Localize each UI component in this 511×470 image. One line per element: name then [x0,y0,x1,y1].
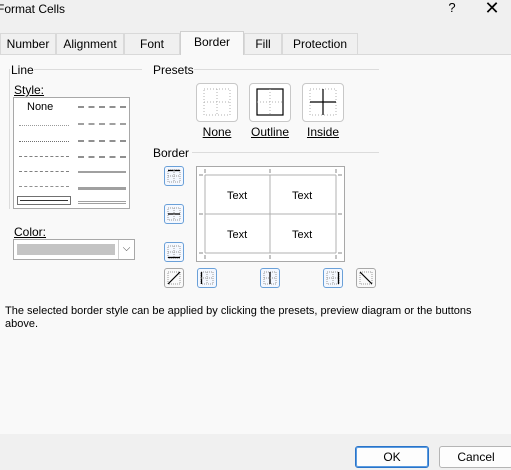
preset-outline-label: Outline [250,125,290,139]
preset-none-label: None [202,125,232,139]
color-swatch [17,244,115,255]
style-thick[interactable] [78,187,126,190]
tab-strip: Number Alignment Font Fill Protection [0,33,511,55]
preset-inside-label: Inside [306,125,340,139]
preset-inside-icon [309,88,337,116]
style-hairline[interactable] [19,125,69,126]
presets-divider [194,69,379,70]
style-medium-dash-dot[interactable] [78,140,126,142]
style-label: Style: [14,83,45,97]
line-group-title: Line [11,63,34,77]
style-slant-dash-dot[interactable] [78,123,126,125]
close-icon: ✕ [484,0,500,18]
tab-alignment[interactable]: Alignment [56,33,124,55]
description-text: The selected border style can be applied… [5,305,472,330]
color-dropdown[interactable]: ⌵ [13,239,135,260]
style-dotted[interactable] [19,141,69,142]
border-divider [192,152,379,153]
style-dash-dot-dot[interactable] [19,156,69,157]
border-preview[interactable]: Text Text Text Text [196,166,345,262]
tab-fill[interactable]: Fill [244,33,282,55]
diagonal-up-icon [167,271,181,285]
style-double[interactable] [78,201,126,204]
preset-outline-icon [256,88,284,116]
border-bottom-icon [167,245,181,259]
border-diagonal-down-button[interactable] [356,268,376,288]
close-button[interactable]: ✕ [478,0,506,20]
border-right-button[interactable] [323,268,343,288]
diagonal-down-icon [359,271,373,285]
border-top-button[interactable] [164,166,184,186]
style-thin-selected[interactable] [17,196,71,205]
border-right-icon [326,271,340,285]
ok-button[interactable]: OK [355,446,429,468]
line-style-list[interactable]: None [13,97,130,209]
tab-font[interactable]: Font [124,33,180,55]
preview-grid [199,169,342,259]
tab-border[interactable]: Border [180,31,244,55]
preview-cell-text: Text [227,229,248,241]
style-dashed[interactable] [19,186,69,187]
tab-protection[interactable]: Protection [282,33,358,55]
style-medium-dashed[interactable] [78,156,126,158]
border-diagonal-up-button[interactable] [164,268,184,288]
border-bottom-button[interactable] [164,242,184,262]
line-group-divider [34,69,142,70]
style-medium[interactable] [78,171,126,173]
border-inside-horizontal-button[interactable] [164,204,184,224]
preview-cell-text: Text [292,190,313,202]
line-group-border-left [9,69,10,209]
preset-none-icon [203,88,231,116]
style-none-option[interactable]: None [27,101,53,113]
cancel-button[interactable]: Cancel [439,446,511,468]
border-left-button[interactable] [197,268,217,288]
preset-none-button[interactable] [196,83,238,122]
preset-outline-button[interactable] [249,83,291,122]
border-title: Border [153,146,190,160]
preview-cell-text: Text [227,190,248,202]
help-button[interactable]: ? [440,0,464,20]
border-inside-vertical-icon [263,271,277,285]
preview-cell-text: Text [292,229,313,241]
border-top-icon [167,169,181,183]
title-bar [0,0,511,22]
style-medium-dash-dot-dot[interactable] [78,106,126,108]
border-left-icon [200,271,214,285]
style-dash-dot[interactable] [19,171,69,172]
tab-number[interactable]: Number [0,33,56,55]
border-inside-vertical-button[interactable] [260,268,280,288]
color-label: Color: [14,225,47,239]
chevron-down-icon[interactable]: ⌵ [118,240,134,259]
presets-title: Presets [153,63,194,77]
preset-inside-button[interactable] [302,83,344,122]
dialog-title: Format Cells [0,2,66,16]
border-inside-horizontal-icon [167,207,181,221]
